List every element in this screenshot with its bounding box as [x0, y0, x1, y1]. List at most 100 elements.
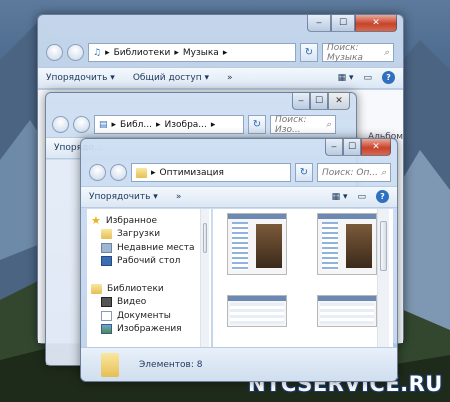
help-icon[interactable]: ?: [382, 71, 395, 84]
more-commands-button[interactable]: »: [176, 192, 182, 202]
nav-downloads-label: Загрузки: [117, 229, 161, 240]
thumbnail-image: [346, 224, 372, 268]
address-row: ♫ ▸ Библиотеки ▸ Музыка ▸ ↻ Поиск: Музык…: [46, 42, 394, 63]
details-pane: Элементов: 8: [81, 347, 397, 381]
nav-downloads[interactable]: Загрузки: [87, 228, 211, 242]
nav-desktop-label: Рабочий стол: [117, 256, 181, 267]
maximize-button[interactable]: ☐: [310, 93, 328, 110]
thumbnail-titlebar: [318, 296, 376, 301]
images-icon: [101, 324, 112, 335]
breadcrumb-separator-icon: ▸: [151, 167, 156, 178]
close-button[interactable]: ✕: [328, 93, 350, 110]
minimize-button[interactable]: ‒: [292, 93, 310, 110]
maximize-button[interactable]: ☐: [343, 139, 361, 156]
address-bar[interactable]: ♫ ▸ Библиотеки ▸ Музыка ▸: [88, 43, 296, 62]
share-button[interactable]: Общий доступ ▾: [133, 73, 209, 83]
file-thumbnail[interactable]: [317, 213, 377, 275]
search-placeholder: Поиск: Музыка: [327, 42, 363, 63]
search-input[interactable]: Поиск: Музыка ⌕: [322, 42, 394, 63]
organize-button[interactable]: Упорядочить ▾: [46, 73, 115, 83]
command-bar: Упорядочить ▾ Общий доступ ▾ » ▦ ▾ ▭ ?: [38, 67, 403, 89]
window-optimization[interactable]: ‒ ☐ ✕ ▸ Оптимизация ↻ Поиск: Оп... ⌕ Упо…: [80, 138, 398, 382]
forward-button[interactable]: [110, 164, 127, 181]
nav-videos[interactable]: Видео: [87, 296, 211, 310]
refresh-button[interactable]: ↻: [295, 163, 313, 182]
maximize-button[interactable]: ☐: [331, 15, 355, 32]
file-list-scrollbar-thumb[interactable]: [380, 221, 387, 271]
breadcrumb-libraries[interactable]: Библиотеки: [114, 48, 171, 58]
close-button[interactable]: ✕: [361, 139, 391, 156]
recent-places-icon: [101, 242, 112, 253]
nav-scrollbar-thumb[interactable]: [203, 223, 207, 253]
breadcrumb-music[interactable]: Музыка: [183, 48, 219, 58]
file-list: [213, 209, 393, 347]
nav-libraries[interactable]: Библиотеки: [87, 282, 211, 296]
documents-icon: [101, 310, 112, 321]
address-row: ▤ ▸ Библ... ▸ Изобра... ▸ ↻ Поиск: Изо..…: [52, 114, 336, 135]
thumbnail-titlebar: [318, 214, 376, 219]
item-count: Элементов: 8: [139, 359, 203, 370]
file-thumbnail[interactable]: [227, 295, 287, 327]
window-controls: ‒ ☐ ✕: [307, 15, 397, 32]
nav-recent-places-label: Недавние места: [117, 242, 195, 253]
libraries-icon: [91, 283, 102, 294]
close-button[interactable]: ✕: [355, 15, 397, 32]
refresh-button[interactable]: ↻: [248, 115, 266, 134]
preview-pane-icon[interactable]: ▭: [363, 73, 372, 83]
back-button[interactable]: [46, 44, 63, 61]
view-options-icon[interactable]: ▦ ▾: [338, 73, 354, 83]
minimize-button[interactable]: ‒: [307, 15, 331, 32]
nav-favorites[interactable]: ★ Избранное: [87, 214, 211, 228]
search-placeholder: Поиск: Изо...: [275, 114, 307, 135]
nav-images[interactable]: Изображения: [87, 323, 211, 337]
nav-libraries-label: Библиотеки: [107, 283, 164, 294]
thumbnail-content: [320, 303, 374, 324]
search-input[interactable]: Поиск: Изо... ⌕: [270, 114, 336, 135]
help-icon[interactable]: ?: [376, 190, 389, 203]
address-bar[interactable]: ▤ ▸ Библ... ▸ Изобра... ▸: [94, 115, 244, 134]
refresh-button[interactable]: ↻: [300, 43, 318, 62]
video-icon: [101, 297, 112, 308]
large-folder-icon: [101, 352, 119, 377]
breadcrumb-separator-icon: ▸: [155, 119, 161, 130]
breadcrumb-separator-icon: ▸: [111, 119, 117, 130]
window-controls: ‒ ☐ ✕: [325, 139, 391, 156]
view-controls: ▦ ▾ ▭ ?: [338, 71, 395, 84]
search-input[interactable]: Поиск: Оп... ⌕: [317, 163, 391, 182]
address-bar[interactable]: ▸ Оптимизация: [131, 163, 291, 182]
nav-favorites-label: Избранное: [105, 215, 157, 226]
thumbnail-image: [256, 224, 282, 268]
nav-recent-places[interactable]: Недавние места: [87, 241, 211, 255]
file-thumbnail[interactable]: [227, 213, 287, 275]
organize-button[interactable]: Упорядочить ▾: [89, 192, 158, 202]
nav-documents[interactable]: Документы: [87, 309, 211, 323]
nav-images-label: Изображения: [117, 324, 182, 335]
forward-button[interactable]: [73, 116, 90, 133]
nav-documents-label: Документы: [117, 310, 171, 321]
desktop-icon: [101, 256, 112, 267]
view-controls: ▦ ▾ ▭ ?: [332, 190, 389, 203]
breadcrumb-libraries[interactable]: Библ...: [120, 120, 152, 130]
view-options-icon[interactable]: ▦ ▾: [332, 192, 348, 202]
thumbnail-content: [322, 222, 338, 270]
file-list-scrollbar[interactable]: [377, 209, 389, 347]
window-controls: ‒ ☐ ✕: [292, 93, 350, 110]
nav-desktop[interactable]: Рабочий стол: [87, 255, 211, 269]
preview-pane-icon[interactable]: ▭: [357, 192, 366, 202]
nav-scrollbar[interactable]: [200, 209, 209, 347]
search-icon: ⌕: [325, 119, 331, 130]
back-button[interactable]: [52, 116, 69, 133]
back-button[interactable]: [89, 164, 106, 181]
search-icon: ⌕: [380, 167, 386, 178]
breadcrumb-separator-icon: ▸: [174, 47, 179, 58]
thumbnail-content: [230, 303, 284, 324]
more-commands-button[interactable]: »: [227, 73, 233, 83]
breadcrumb-optimization[interactable]: Оптимизация: [160, 168, 224, 178]
command-bar: Упорядочить ▾ » ▦ ▾ ▭ ?: [81, 186, 397, 208]
breadcrumb-images[interactable]: Изобра...: [165, 120, 207, 130]
navigation-pane: ★ Избранное Загрузки Недавние места Рабо…: [87, 209, 211, 347]
minimize-button[interactable]: ‒: [325, 139, 343, 156]
file-thumbnail[interactable]: [317, 295, 377, 327]
forward-button[interactable]: [67, 44, 84, 61]
address-row: ▸ Оптимизация ↻ Поиск: Оп... ⌕: [89, 163, 391, 182]
